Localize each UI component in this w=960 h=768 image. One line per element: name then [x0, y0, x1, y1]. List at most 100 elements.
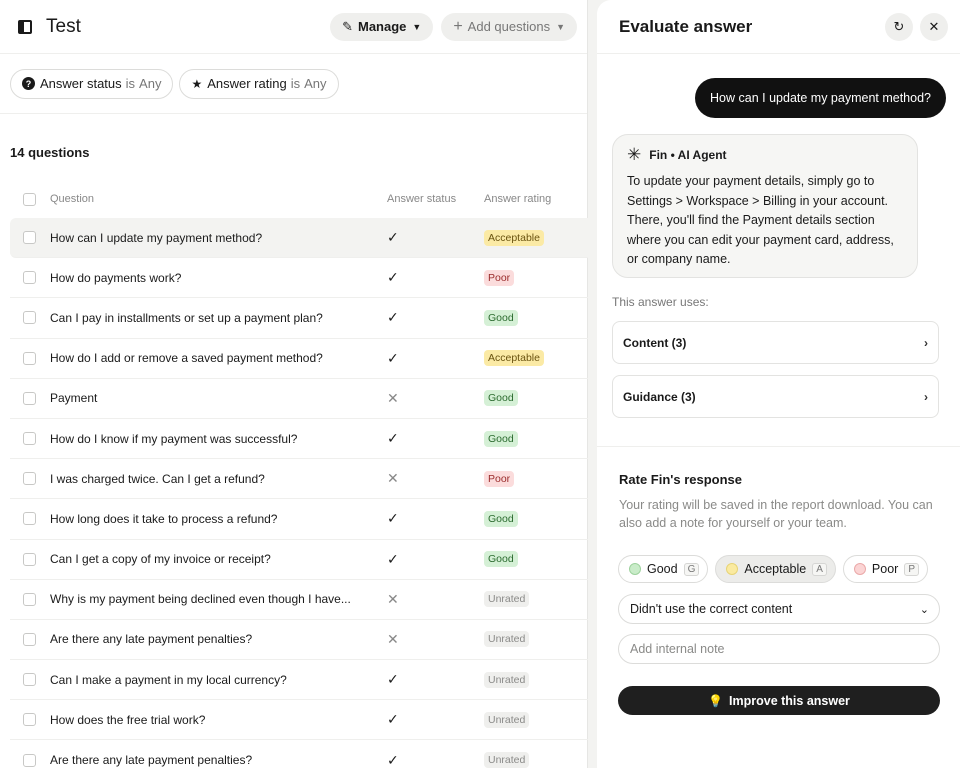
question-text: How can I update my payment method?	[50, 230, 263, 245]
check-icon: ✓	[387, 711, 399, 728]
close-icon: ✕	[928, 18, 940, 34]
question-text: Why is my payment being declined even th…	[50, 592, 351, 607]
evaluate-panel: Evaluate answer ↻ ✕ How can I update my …	[597, 0, 960, 768]
row-checkbox[interactable]	[23, 391, 36, 405]
plus-icon: +	[453, 17, 463, 35]
question-text: How long does it take to process a refun…	[50, 511, 278, 526]
row-checkbox[interactable]	[23, 552, 36, 566]
table-row[interactable]: Are there any late payment penalties? ✕ Un…	[10, 620, 588, 661]
table-row[interactable]: Payment ✕ Good	[10, 379, 588, 419]
table-row[interactable]: How do payments work? ✓ Poor	[10, 258, 588, 299]
rating-poor-button[interactable]: Poor P	[842, 555, 928, 583]
rating-badge: Unrated	[484, 631, 530, 648]
rating-good-button[interactable]: Good G	[618, 555, 709, 583]
filter-value: Any	[139, 76, 162, 91]
row-checkbox[interactable]	[23, 351, 36, 365]
rating-badge: Unrated	[484, 671, 530, 688]
row-checkbox[interactable]	[23, 632, 36, 646]
content-section-label: Content (3)	[623, 335, 687, 350]
rating-label: Good	[647, 562, 678, 576]
questions-table: How can I update my payment method? ✓ Acce…	[10, 218, 588, 768]
check-icon: ✓	[387, 430, 399, 447]
rating-label: Poor	[871, 562, 899, 576]
question-text: Can I pay in installments or set up a pa…	[50, 310, 323, 325]
caret-down-icon: ▼	[556, 21, 565, 32]
rating-badge: Good	[484, 309, 518, 326]
row-checkbox[interactable]	[23, 713, 36, 727]
filter-bar: ? Answer status is Any ★ Answer rating i…	[0, 54, 587, 114]
row-checkbox[interactable]	[23, 271, 36, 285]
row-checkbox[interactable]	[23, 472, 36, 486]
select-all-checkbox[interactable]	[23, 192, 36, 206]
table-row[interactable]: Why is my payment being declined even th…	[10, 580, 588, 620]
check-icon: ✓	[387, 349, 399, 366]
question-text: Payment	[50, 391, 98, 406]
refresh-icon: ↻	[893, 18, 905, 34]
column-answer-rating: Answer rating	[484, 193, 552, 205]
rating-badge: Poor	[484, 269, 515, 286]
answer-uses-label: This answer uses:	[612, 295, 709, 309]
add-questions-button[interactable]: + Add questions ▼	[441, 12, 577, 41]
table-row[interactable]: I was charged twice. Can I get a refund?…	[10, 459, 588, 500]
filter-operator: is	[125, 76, 136, 91]
cross-icon: ✕	[387, 630, 399, 647]
table-row[interactable]: How can I update my payment method? ✓ Acce…	[10, 218, 588, 259]
shortcut-key: P	[904, 562, 919, 576]
agent-name: Fin • AI Agent	[649, 147, 727, 162]
row-checkbox[interactable]	[23, 673, 36, 687]
question-text: I was charged twice. Can I get a refund?	[50, 471, 265, 486]
guidance-section[interactable]: Guidance (3) ›	[612, 375, 939, 418]
table-row[interactable]: How do I add or remove a saved payment m…	[10, 339, 588, 379]
reason-select[interactable]: Didn't use the correct content ⌄	[618, 594, 940, 624]
rating-badge: Unrated	[484, 591, 530, 608]
rating-badge: Good	[484, 551, 518, 568]
table-row[interactable]: How do I know if my payment was successf…	[10, 419, 588, 460]
panel-title: Evaluate answer	[619, 16, 753, 36]
star-icon: ★	[191, 76, 203, 91]
rating-buttons: Good G Acceptable A Poor P	[618, 555, 935, 583]
table-row[interactable]: Can I make a payment in my local currenc…	[10, 660, 588, 701]
rate-title: Rate Fin's response	[619, 472, 743, 487]
manage-button[interactable]: ✎ Manage ▼	[330, 12, 434, 41]
rating-badge: Good	[484, 390, 518, 407]
evaluate-header: Evaluate answer ↻ ✕	[597, 0, 960, 54]
row-checkbox[interactable]	[23, 311, 36, 325]
chevron-right-icon: ›	[924, 335, 928, 350]
question-text: How does the free trial work?	[50, 712, 206, 727]
internal-note-input[interactable]	[618, 634, 940, 664]
rating-badge: Good	[484, 430, 518, 447]
row-checkbox[interactable]	[23, 753, 36, 767]
row-checkbox[interactable]	[23, 231, 36, 245]
rate-description: Your rating will be saved in the report …	[619, 498, 933, 530]
caret-down-icon: ▼	[412, 21, 422, 32]
table-row[interactable]: How does the free trial work? ✓ Unrated	[10, 700, 588, 741]
filter-label: Answer rating	[207, 76, 287, 91]
improve-answer-button[interactable]: 💡 Improve this answer	[618, 686, 940, 715]
sidebar-toggle-icon[interactable]	[18, 19, 32, 34]
close-button[interactable]: ✕	[920, 12, 948, 41]
filter-label: Answer status	[40, 76, 122, 91]
question-text: Can I get a copy of my invoice or receip…	[50, 552, 271, 567]
row-checkbox[interactable]	[23, 432, 36, 446]
question-text: Can I make a payment in my local currenc…	[50, 672, 287, 687]
table-row[interactable]: Can I pay in installments or set up a pa…	[10, 298, 588, 339]
row-checkbox[interactable]	[23, 592, 36, 606]
filter-answer-rating[interactable]: ★ Answer rating is Any	[179, 68, 339, 99]
chevron-right-icon: ›	[924, 389, 928, 404]
divider	[597, 446, 960, 447]
question-text: How do I add or remove a saved payment m…	[50, 351, 323, 366]
cross-icon: ✕	[387, 590, 399, 607]
content-section[interactable]: Content (3) ›	[612, 321, 939, 364]
filter-value: Any	[304, 76, 327, 91]
agent-message-text: To update your payment details, simply g…	[627, 174, 894, 266]
column-answer-status: Answer status	[387, 192, 457, 205]
table-row[interactable]: Can I get a copy of my invoice or receip…	[10, 540, 588, 580]
table-row[interactable]: Are there any late payment penalties? ✓ Un…	[10, 740, 588, 768]
red-dot-icon	[853, 563, 866, 575]
table-header: Question Answer status Answer rating	[10, 182, 588, 216]
refresh-button[interactable]: ↻	[885, 12, 913, 41]
table-row[interactable]: How long does it take to process a refun…	[10, 499, 588, 540]
rating-acceptable-button[interactable]: Acceptable A	[715, 555, 836, 583]
row-checkbox[interactable]	[23, 512, 36, 526]
filter-answer-status[interactable]: ? Answer status is Any	[10, 68, 174, 99]
